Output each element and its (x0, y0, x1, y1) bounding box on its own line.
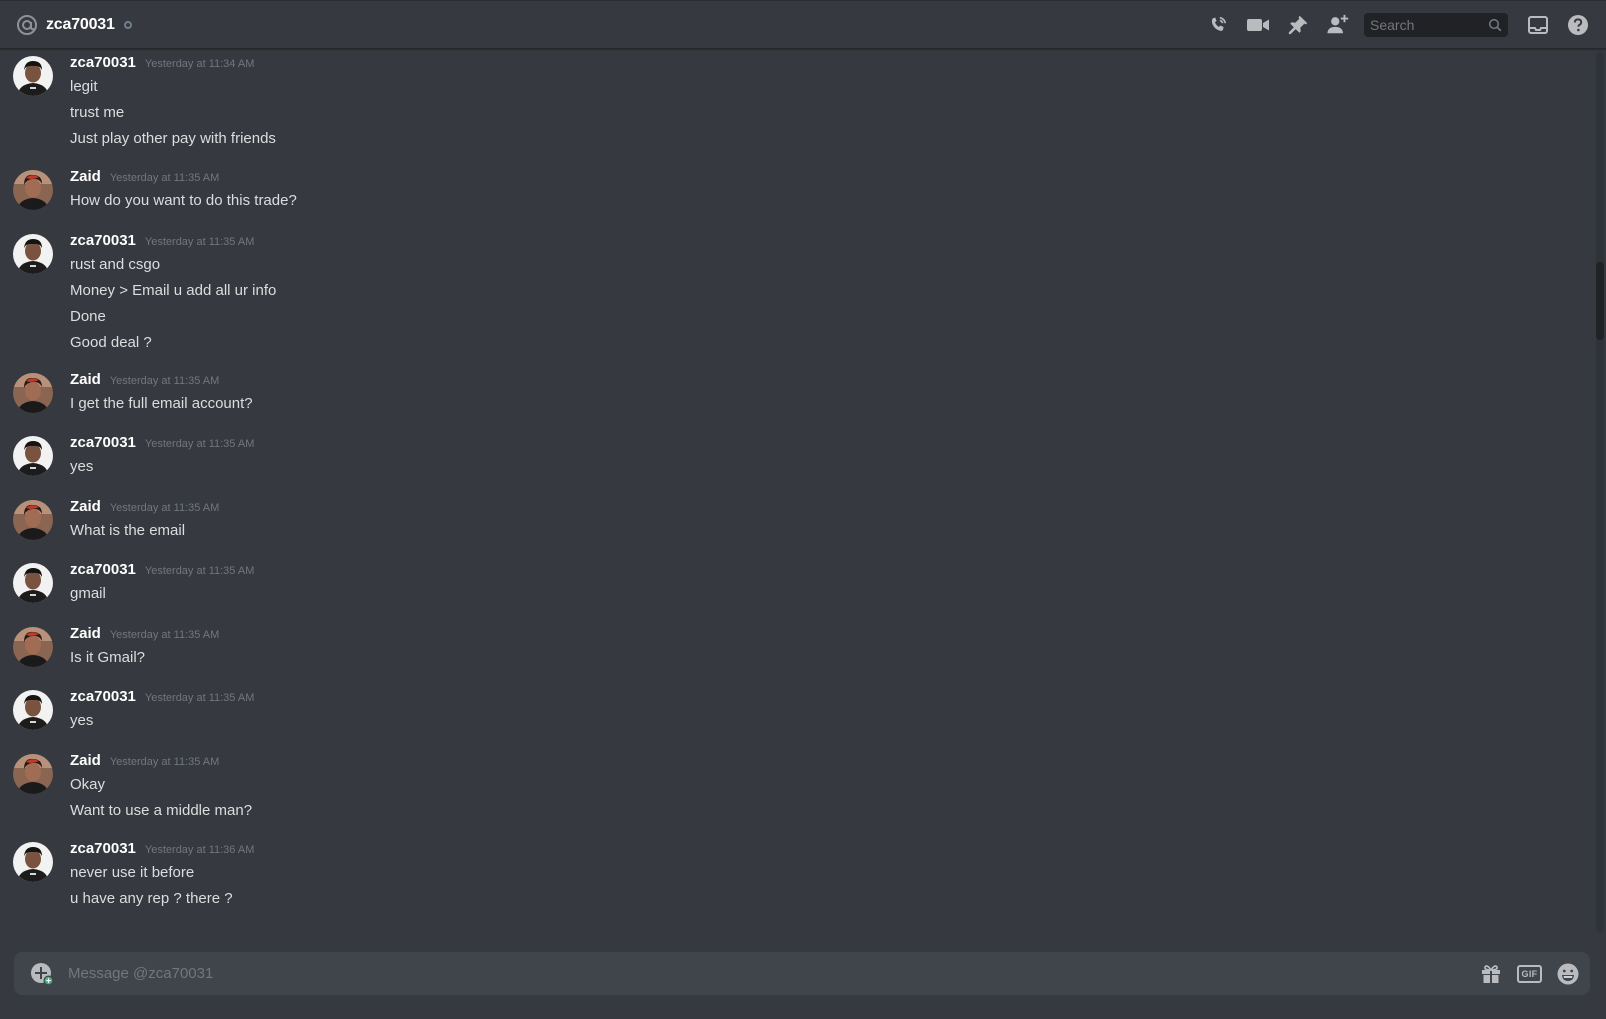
author-name[interactable]: zca70031 (70, 840, 136, 857)
composer-buttons: GIF (1479, 962, 1580, 986)
author-name[interactable]: Zaid (70, 498, 101, 515)
avatar[interactable] (13, 56, 53, 96)
author-name[interactable]: Zaid (70, 371, 101, 388)
attach-plus-icon[interactable] (30, 962, 54, 986)
channel-header: zca70031 (0, 0, 1606, 49)
message-text: yes (70, 458, 94, 475)
avatar[interactable] (13, 500, 53, 540)
message-group: Zaid Yesterday at 11:35 AM Okay Want to use… (0, 752, 252, 826)
message-header: Zaid Yesterday at 11:35 AM (70, 752, 252, 774)
message-header: zca70031 Yesterday at 11:35 AM (70, 434, 254, 456)
avatar[interactable] (13, 754, 53, 794)
message-text: rust and csgo (70, 256, 161, 273)
avatar[interactable] (13, 234, 53, 274)
avatar[interactable] (13, 373, 53, 413)
message-group: Zaid Yesterday at 11:35 AM I get the full … (0, 371, 253, 419)
message-header: zca70031 Yesterday at 11:34 AM (70, 54, 276, 76)
message-group: Zaid Yesterday at 11:35 AM How do you want… (0, 168, 297, 216)
author-name[interactable]: zca70031 (70, 434, 136, 451)
message-header: Zaid Yesterday at 11:35 AM (70, 168, 297, 190)
message-header: zca70031 Yesterday at 11:35 AM (70, 232, 276, 254)
message-list[interactable]: zca70031 Yesterday at 11:34 AM legit trust … (0, 49, 1590, 939)
message-header: Zaid Yesterday at 11:35 AM (70, 371, 253, 393)
message-composer: GIF (14, 952, 1590, 995)
message-timestamp: Yesterday at 11:35 AM (109, 172, 220, 184)
status-offline-icon (123, 20, 132, 29)
author-name[interactable]: zca70031 (70, 232, 136, 249)
message-group: zca70031 Yesterday at 11:35 AM yes (0, 688, 254, 736)
message-timestamp: Yesterday at 11:35 AM (144, 236, 255, 248)
message-timestamp: Yesterday at 11:35 AM (109, 502, 220, 514)
inbox-icon[interactable] (1526, 13, 1550, 37)
message-timestamp: Yesterday at 11:34 AM (144, 58, 255, 70)
message-text: Want to use a middle man? (70, 802, 253, 819)
avatar[interactable] (13, 842, 53, 882)
message-timestamp: Yesterday at 11:35 AM (144, 438, 255, 450)
gift-icon[interactable] (1479, 962, 1503, 986)
message-text: trust me (70, 104, 125, 121)
pin-icon[interactable] (1286, 13, 1310, 37)
message-text: How do you want to do this trade? (70, 192, 297, 209)
message-text: Done (70, 308, 106, 325)
message-text: I get the full email account? (70, 395, 253, 412)
header-toolbar (1206, 1, 1606, 49)
help-icon[interactable] (1566, 13, 1590, 37)
author-name[interactable]: Zaid (70, 625, 101, 642)
add-friend-icon[interactable] (1326, 13, 1350, 37)
message-timestamp: Yesterday at 11:35 AM (144, 565, 255, 577)
message-group: zca70031 Yesterday at 11:35 AM rust and cs… (0, 232, 276, 358)
author-name[interactable]: Zaid (70, 168, 101, 185)
message-header: zca70031 Yesterday at 11:35 AM (70, 561, 254, 583)
message-text: Money > Email u add all ur info (70, 282, 277, 299)
avatar[interactable] (13, 563, 53, 603)
message-input[interactable] (68, 965, 1479, 982)
at-icon (16, 14, 38, 36)
emoji-icon[interactable] (1556, 962, 1580, 986)
message-timestamp: Yesterday at 11:35 AM (109, 756, 220, 768)
message-text: Good deal ? (70, 334, 152, 351)
message-header: Zaid Yesterday at 11:35 AM (70, 625, 219, 647)
message-text: Okay (70, 776, 106, 793)
message-text: legit (70, 78, 98, 95)
message-text: yes (70, 712, 94, 729)
author-name[interactable]: zca70031 (70, 54, 136, 71)
message-timestamp: Yesterday at 11:35 AM (109, 375, 220, 387)
message-header: zca70031 Yesterday at 11:35 AM (70, 688, 254, 710)
message-text: never use it before (70, 864, 195, 881)
message-group: zca70031 Yesterday at 11:34 AM legit trust … (0, 54, 276, 154)
channel-title: zca70031 (46, 15, 115, 33)
avatar[interactable] (13, 436, 53, 476)
avatar[interactable] (13, 170, 53, 210)
avatar[interactable] (13, 627, 53, 667)
message-timestamp: Yesterday at 11:36 AM (144, 844, 255, 856)
scrollbar-thumb[interactable] (1596, 262, 1604, 340)
message-header: zca70031 Yesterday at 11:36 AM (70, 840, 254, 862)
scrollbar-track[interactable] (1596, 52, 1604, 932)
voice-call-icon[interactable] (1206, 13, 1230, 37)
message-header: Zaid Yesterday at 11:35 AM (70, 498, 219, 520)
author-name[interactable]: zca70031 (70, 561, 136, 578)
message-group: Zaid Yesterday at 11:35 AM What is the ema… (0, 498, 219, 546)
message-text: u have any rep ? there ? (70, 890, 233, 907)
header-left: zca70031 (0, 14, 132, 36)
message-timestamp: Yesterday at 11:35 AM (109, 629, 220, 641)
search-input[interactable] (1370, 17, 1488, 33)
search-icon (1488, 18, 1502, 32)
message-group: Zaid Yesterday at 11:35 AM Is it Gmail? (0, 625, 219, 673)
message-group: zca70031 Yesterday at 11:36 AM never use i… (0, 840, 254, 914)
message-text: Is it Gmail? (70, 649, 146, 666)
gif-icon[interactable]: GIF (1517, 964, 1542, 983)
search-bar[interactable] (1364, 13, 1508, 37)
message-timestamp: Yesterday at 11:35 AM (144, 692, 255, 704)
message-text: Just play other pay with friends (70, 130, 276, 147)
author-name[interactable]: zca70031 (70, 688, 136, 705)
message-group: zca70031 Yesterday at 11:35 AM yes (0, 434, 254, 482)
video-call-icon[interactable] (1246, 13, 1270, 37)
author-name[interactable]: Zaid (70, 752, 101, 769)
dm-chat-window: zca70031 Search zca70031 Yesterday at 11… (0, 0, 1606, 1019)
message-text: gmail (70, 585, 106, 602)
avatar[interactable] (13, 690, 53, 730)
message-group: zca70031 Yesterday at 11:35 AM gmail (0, 561, 254, 609)
message-text: What is the email (70, 522, 186, 539)
